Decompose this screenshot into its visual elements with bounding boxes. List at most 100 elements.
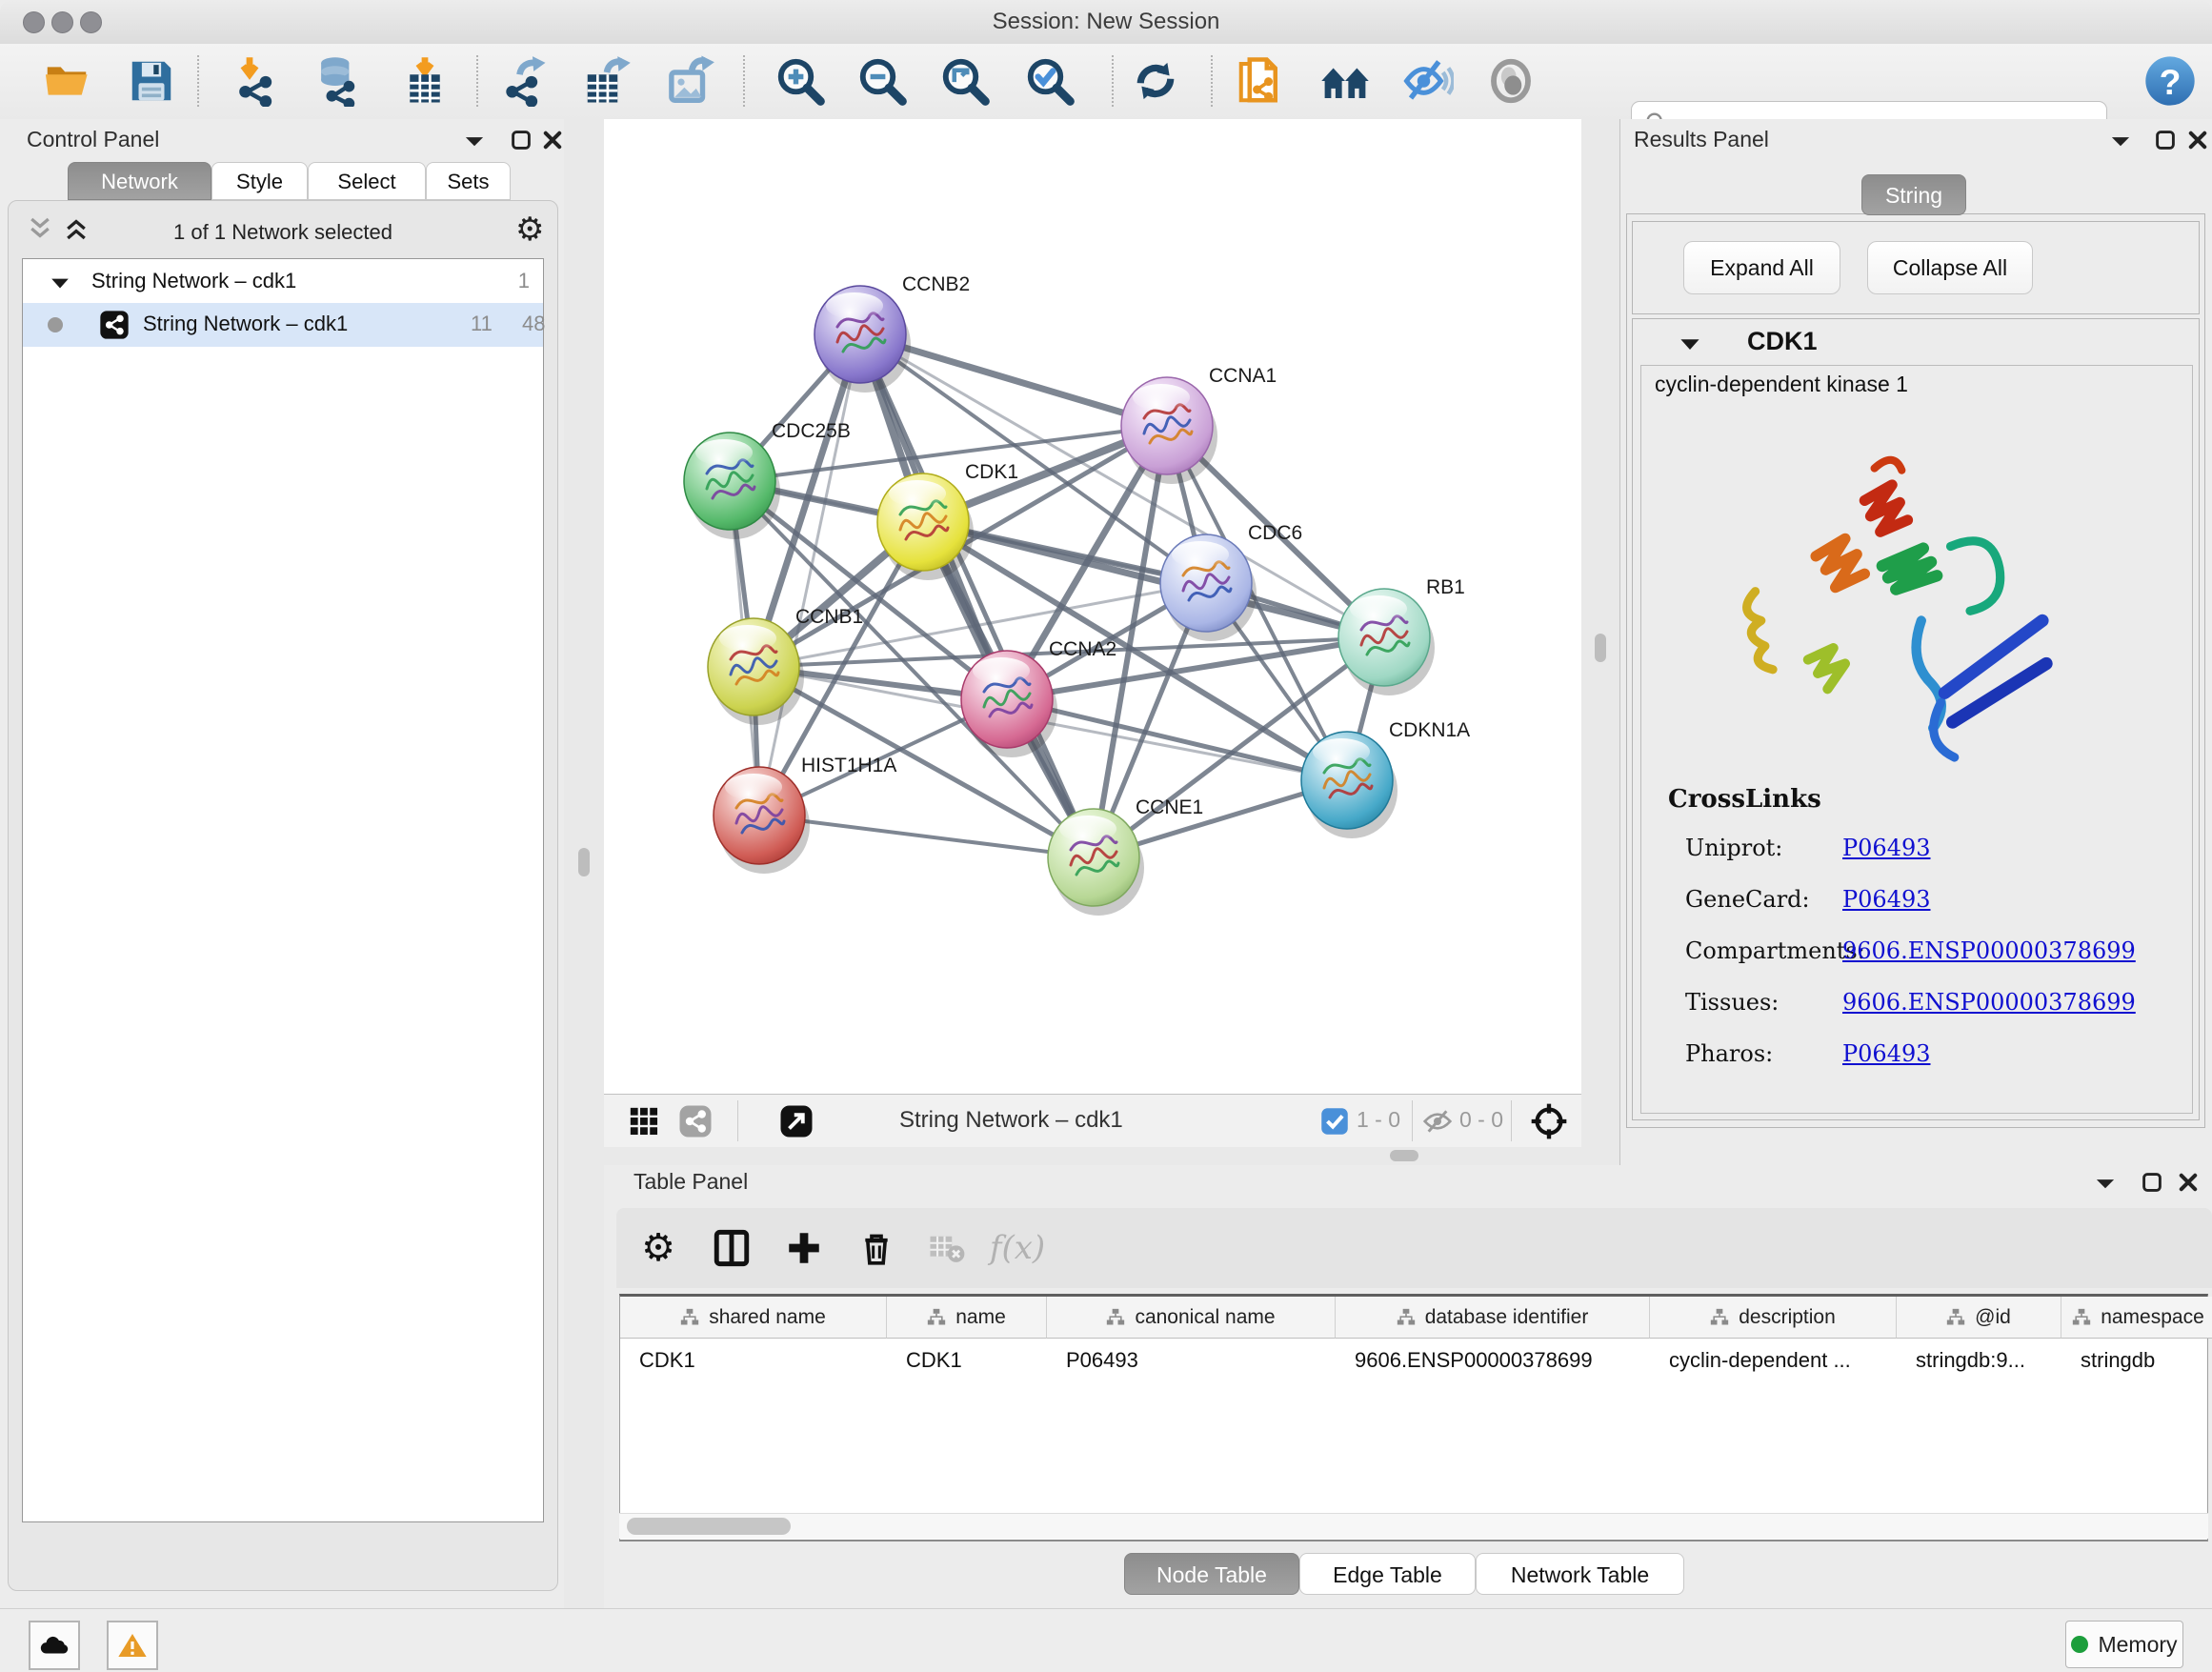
node-label: CDKN1A [1389, 719, 1470, 741]
toolbar-separator [743, 55, 745, 107]
column-header-namespace[interactable]: namespace [2061, 1297, 2212, 1339]
collection-label: String Network – cdk1 [91, 269, 296, 293]
birdseye-grid-icon[interactable] [621, 1102, 667, 1140]
splitter-handle[interactable] [1595, 634, 1606, 662]
column-header-shared-name[interactable]: shared name [620, 1297, 887, 1339]
section-expander-icon[interactable] [1679, 334, 1701, 353]
table-cell[interactable]: P06493 [1047, 1339, 1336, 1382]
preview-eye-icon[interactable] [1482, 52, 1539, 110]
panel-float-icon[interactable] [2141, 1171, 2163, 1199]
column-header--id[interactable]: @id [1897, 1297, 2061, 1339]
tab-network[interactable]: Network [68, 162, 211, 200]
network-edge[interactable] [923, 522, 1384, 637]
tab-sets[interactable]: Sets [426, 162, 511, 200]
tab-string-results[interactable]: String [1861, 174, 1966, 215]
selected-checkbox-icon[interactable] [1320, 1107, 1349, 1140]
memory-label: Memory [2098, 1632, 2177, 1658]
toolbar-separator [1211, 55, 1213, 107]
splitter-network-table[interactable] [604, 1146, 1581, 1165]
import-table-icon[interactable] [396, 52, 453, 110]
node-gloss [695, 439, 753, 466]
column-header-canonical-name[interactable]: canonical name [1047, 1297, 1336, 1339]
delete-column-icon[interactable] [849, 1220, 904, 1276]
tab-edge-table[interactable]: Edge Table [1299, 1553, 1476, 1595]
column-type-icon [1710, 1308, 1729, 1327]
splitter-handle[interactable] [578, 848, 590, 876]
export-network-icon[interactable] [495, 52, 553, 110]
help-icon[interactable]: ? [2142, 52, 2199, 110]
string-tab-icon[interactable] [673, 1102, 718, 1140]
splitter-handle[interactable] [1390, 1150, 1418, 1161]
panel-close-icon[interactable] [2186, 129, 2209, 156]
network-canvas[interactable]: CCNB2CCNA1CDC25BCDK1CDC6RB1CCNB1CCNA2CDK… [604, 119, 1581, 1094]
import-database-icon[interactable] [309, 52, 366, 110]
zoom-in-icon[interactable] [772, 52, 829, 110]
column-header-description[interactable]: description [1650, 1297, 1897, 1339]
show-columns-icon[interactable] [704, 1220, 759, 1276]
network-edge[interactable] [860, 334, 1094, 857]
node-gloss [1059, 816, 1116, 842]
clone-network-icon[interactable] [1232, 52, 1289, 110]
network-selected-status: 1 of 1 Network selected [9, 220, 557, 245]
panel-collapse-icon[interactable] [462, 131, 487, 156]
network-options-gear-icon[interactable]: ⚙ [515, 211, 544, 249]
table-settings-gear-icon[interactable]: ⚙ [631, 1220, 686, 1276]
warning-button[interactable] [107, 1621, 158, 1670]
table-cell[interactable]: stringdb [2061, 1339, 2212, 1382]
panel-float-icon[interactable] [2154, 129, 2177, 156]
crosslink-value-link[interactable]: P06493 [1842, 835, 1931, 861]
crosslink-label: GeneCard: [1685, 886, 1810, 913]
crosslink-value-link[interactable]: P06493 [1842, 886, 1931, 913]
save-icon[interactable] [123, 52, 180, 110]
crosslink-value-link[interactable]: 9606.ENSP00000378699 [1842, 937, 2136, 964]
expand-all-button[interactable]: Expand All [1683, 241, 1840, 294]
export-image-icon[interactable] [661, 52, 718, 110]
tab-node-table[interactable]: Node Table [1124, 1553, 1299, 1595]
panel-close-icon[interactable] [2177, 1171, 2200, 1199]
crosslink-label: Uniprot: [1685, 835, 1782, 861]
panel-float-icon[interactable] [510, 129, 533, 156]
network-edge[interactable] [759, 334, 860, 816]
tab-style[interactable]: Style [211, 162, 308, 200]
column-type-icon [1397, 1308, 1416, 1327]
cloud-button[interactable] [29, 1621, 80, 1670]
column-header-name[interactable]: name [887, 1297, 1047, 1339]
import-network-icon[interactable] [230, 52, 287, 110]
home-network-icon[interactable] [1317, 52, 1374, 110]
table-horizontal-scrollbar[interactable] [619, 1513, 2208, 1539]
collapse-all-button[interactable]: Collapse All [1867, 241, 2033, 294]
network-collection-row[interactable]: String Network – cdk1 1 [23, 261, 543, 303]
crosslink-value-link[interactable]: 9606.ENSP00000378699 [1842, 989, 2136, 1016]
table-cell[interactable]: cyclin-dependent ... [1650, 1339, 1897, 1382]
table-cell[interactable]: stringdb:9... [1897, 1339, 2061, 1382]
tab-select[interactable]: Select [308, 162, 426, 200]
hide-show-icon[interactable] [1399, 52, 1457, 110]
results-panel-title: Results Panel [1634, 127, 1769, 152]
open-in-browser-icon[interactable] [774, 1102, 819, 1140]
table-cell[interactable]: CDK1 [887, 1339, 1047, 1382]
network-row-selected[interactable]: String Network – cdk1 11 48 [23, 303, 543, 347]
panel-close-icon[interactable] [541, 129, 564, 156]
splitter-control-network[interactable] [564, 119, 604, 1608]
zoom-selected-icon[interactable] [1021, 52, 1078, 110]
zoom-out-icon[interactable] [854, 52, 911, 110]
table-cell[interactable]: CDK1 [620, 1339, 887, 1382]
node-table[interactable]: shared namenamecanonical namedatabase id… [619, 1294, 2208, 1541]
open-folder-icon[interactable] [38, 52, 95, 110]
panel-collapse-icon[interactable] [2093, 1173, 2118, 1199]
column-header-database-identifier[interactable]: database identifier [1336, 1297, 1650, 1339]
panel-collapse-icon[interactable] [2108, 131, 2133, 156]
refresh-icon[interactable] [1127, 52, 1184, 110]
table-cell[interactable]: 9606.ENSP00000378699 [1336, 1339, 1650, 1382]
tree-expander-icon[interactable] [50, 274, 70, 292]
crosslink-value-link[interactable]: P06493 [1842, 1040, 1931, 1067]
zoom-fit-icon[interactable] [936, 52, 994, 110]
tab-network-table[interactable]: Network Table [1476, 1553, 1684, 1595]
string-network-graph[interactable]: CCNB2CCNA1CDC25BCDK1CDC6RB1CCNB1CCNA2CDK… [604, 119, 1581, 1094]
fit-selection-crosshair-icon[interactable] [1530, 1102, 1568, 1145]
export-table-icon[interactable] [578, 52, 635, 110]
scrollbar-thumb[interactable] [627, 1518, 791, 1535]
add-column-icon[interactable] [776, 1220, 832, 1276]
selected-count: 1 - 0 [1357, 1107, 1400, 1133]
memory-button[interactable]: Memory [2065, 1621, 2183, 1668]
